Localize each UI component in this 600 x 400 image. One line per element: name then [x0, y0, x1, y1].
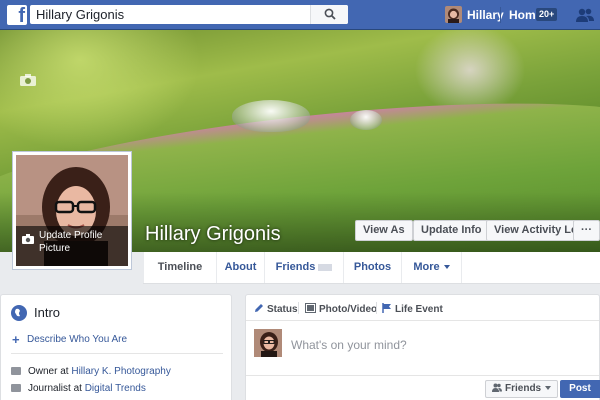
friends-count-redacted — [318, 263, 333, 271]
tab-photos[interactable]: Photos — [344, 252, 402, 283]
work-item: Owner at Hillary K. Photography — [11, 366, 171, 377]
profile-name[interactable]: Hillary Grigonis — [145, 223, 281, 246]
tab-more[interactable]: More — [402, 252, 462, 283]
composer-tabs: Status Photo/Video Life Event — [246, 295, 599, 321]
work-role: Journalist at — [28, 383, 85, 394]
user-name-link[interactable]: Hillary — [467, 8, 504, 22]
update-profile-picture-overlay[interactable]: Update Profile Picture — [16, 226, 128, 266]
plus-icon[interactable]: + — [12, 332, 20, 347]
intro-title: Intro — [34, 305, 61, 320]
tab-timeline[interactable]: Timeline — [143, 252, 217, 283]
friend-requests-icon[interactable] — [576, 7, 594, 23]
work-item: Journalist at Digital Trends — [11, 383, 146, 394]
search-button[interactable] — [310, 5, 348, 24]
pencil-icon — [255, 304, 263, 312]
tab-label: Friends — [275, 261, 316, 273]
post-button[interactable]: Post — [560, 380, 600, 398]
briefcase-icon — [11, 367, 21, 375]
work-place-link[interactable]: Hillary K. Photography — [71, 366, 171, 377]
facebook-logo[interactable]: f — [7, 5, 27, 25]
flag-icon — [382, 303, 391, 313]
divider — [11, 353, 223, 354]
tab-label: About — [224, 261, 257, 273]
people-icon — [492, 383, 502, 392]
status-input[interactable]: What's on your mind? — [291, 338, 407, 352]
tab-label: Photos — [353, 261, 392, 273]
chevron-down-icon — [443, 265, 450, 270]
profile-picture[interactable]: Update Profile Picture — [12, 151, 132, 270]
tab-about[interactable]: About — [217, 252, 265, 283]
avatar-photo — [445, 6, 462, 23]
search-input[interactable]: Hillary Grigonis — [36, 7, 124, 22]
work-role: Owner at — [28, 366, 72, 377]
composer-tab-life-event[interactable]: Life Event — [382, 303, 443, 315]
composer-tab-label: Status — [267, 304, 298, 315]
divider — [376, 302, 377, 314]
search-bar[interactable]: Hillary Grigonis — [30, 5, 348, 24]
composer-tab-label: Photo/Video — [319, 304, 378, 315]
divider — [246, 375, 599, 376]
user-avatar[interactable] — [445, 6, 462, 23]
top-navigation-bar: f Hillary Grigonis Hillary Home 20+ — [0, 0, 600, 30]
more-options-button[interactable]: ··· — [573, 220, 600, 241]
chevron-down-icon — [545, 386, 552, 391]
post-composer: Status Photo/Video Life Event What's on … — [245, 294, 600, 400]
composer-avatar — [254, 329, 282, 357]
describe-who-you-are-link[interactable]: Describe Who You Are — [27, 334, 127, 345]
divider — [500, 7, 501, 23]
work-place-link[interactable]: Digital Trends — [85, 383, 146, 394]
briefcase-icon — [11, 384, 21, 392]
tab-label: Timeline — [157, 261, 203, 273]
globe-glyph — [15, 308, 20, 317]
camera-icon — [22, 234, 34, 244]
home-notification-badge: 20+ — [536, 8, 558, 21]
composer-tab-status[interactable]: Status — [254, 303, 298, 315]
profile-tabs: Timeline About Friends Photos More — [143, 252, 600, 284]
camera-icon[interactable] — [20, 74, 36, 86]
composer-tab-label: Life Event — [395, 304, 443, 315]
divider — [298, 302, 299, 314]
update-info-button[interactable]: Update Info — [413, 220, 490, 241]
view-as-button[interactable]: View As — [355, 220, 413, 241]
update-profile-picture-label: Update Profile Picture — [39, 230, 103, 254]
tab-friends[interactable]: Friends — [265, 252, 344, 283]
cover-image-water-drop — [232, 100, 310, 132]
avatar-photo — [254, 329, 282, 357]
globe-icon — [11, 305, 27, 321]
search-icon — [324, 8, 336, 20]
audience-label: Friends — [505, 383, 542, 394]
profile-picture-frame: Update Profile Picture — [16, 155, 128, 266]
audience-selector-button[interactable]: Friends — [485, 380, 559, 398]
photo-icon — [305, 303, 316, 313]
tab-label: More — [413, 261, 440, 273]
cover-image-water-drop — [350, 110, 382, 130]
composer-tab-photo-video[interactable]: Photo/Video — [305, 303, 377, 315]
intro-card: Intro + Describe Who You Are Owner at Hi… — [0, 294, 232, 400]
